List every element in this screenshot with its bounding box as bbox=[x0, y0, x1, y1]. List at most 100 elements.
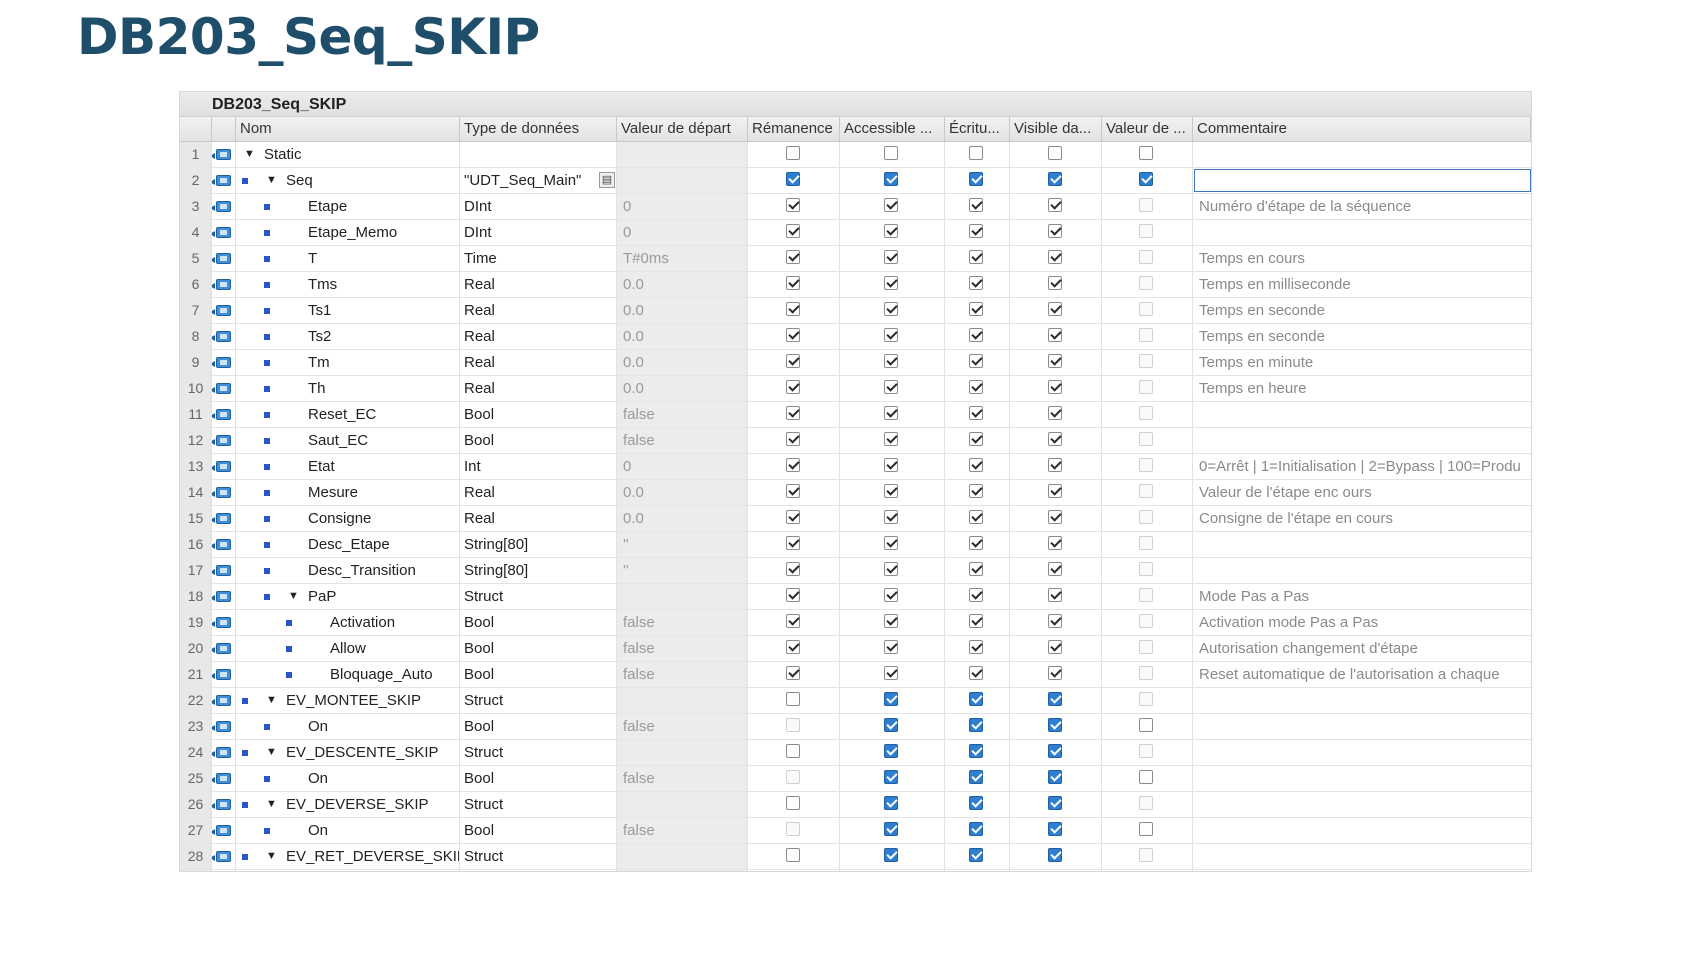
comment-cell[interactable] bbox=[1193, 792, 1531, 817]
name-cell[interactable]: Desc_Transition bbox=[236, 558, 460, 583]
table-row[interactable]: 24 ▼ EV_DESCENTE_SKIP Struct bbox=[180, 740, 1531, 766]
accessible-checkbox[interactable] bbox=[884, 666, 898, 680]
name-cell[interactable]: Saut_EC bbox=[236, 428, 460, 453]
valeur-checkbox[interactable] bbox=[1139, 614, 1153, 628]
visible-checkbox[interactable] bbox=[1047, 146, 1062, 160]
ecriture-checkbox[interactable] bbox=[969, 276, 983, 290]
table-row[interactable]: 20 Allow Bool false Autorisation changement … bbox=[180, 636, 1531, 662]
start-value-cell[interactable] bbox=[617, 688, 748, 713]
ecriture-checkbox[interactable] bbox=[969, 692, 983, 706]
table-row[interactable]: 2 ▼ Seq "UDT_Seq_Main" ▤ bbox=[180, 168, 1531, 194]
data-type-cell[interactable]: DInt bbox=[460, 194, 617, 219]
remanence-checkbox[interactable] bbox=[785, 172, 800, 186]
start-value-cell[interactable]: 0.0 bbox=[617, 298, 748, 323]
visible-checkbox[interactable] bbox=[1047, 614, 1062, 628]
ecriture-checkbox[interactable] bbox=[969, 328, 983, 342]
name-cell[interactable]: Etape_Memo bbox=[236, 220, 460, 245]
visible-checkbox[interactable] bbox=[1047, 744, 1062, 758]
ecriture-checkbox[interactable] bbox=[969, 666, 983, 680]
start-value-cell[interactable]: false bbox=[617, 662, 748, 687]
remanence-checkbox[interactable] bbox=[785, 224, 800, 238]
start-value-cell[interactable]: false bbox=[617, 714, 748, 739]
visible-checkbox[interactable] bbox=[1047, 224, 1062, 238]
table-row[interactable]: 21 Bloquage_Auto Bool false Reset automatiqu… bbox=[180, 662, 1531, 688]
table-row[interactable]: 13 Etat Int 0 0=Arrêt | 1=Initialisation | 2… bbox=[180, 454, 1531, 480]
comment-cell[interactable]: Temps en seconde bbox=[1193, 298, 1531, 323]
accessible-checkbox[interactable] bbox=[884, 718, 898, 732]
data-type-cell[interactable]: Bool bbox=[460, 714, 617, 739]
visible-checkbox[interactable] bbox=[1047, 354, 1062, 368]
chevron-down-icon[interactable]: ▼ bbox=[266, 168, 277, 193]
header-comment[interactable]: Commentaire bbox=[1193, 117, 1531, 141]
data-type-cell[interactable]: Bool bbox=[460, 818, 617, 843]
start-value-cell[interactable] bbox=[617, 584, 748, 609]
remanence-checkbox[interactable] bbox=[785, 770, 800, 784]
data-type-cell[interactable]: Real bbox=[460, 480, 617, 505]
comment-cell[interactable]: Temps en seconde bbox=[1193, 324, 1531, 349]
data-type-cell[interactable]: Real bbox=[460, 350, 617, 375]
valeur-checkbox[interactable] bbox=[1139, 562, 1153, 576]
ecriture-checkbox[interactable] bbox=[969, 354, 983, 368]
remanence-checkbox[interactable] bbox=[785, 666, 800, 680]
remanence-checkbox[interactable] bbox=[785, 276, 800, 290]
remanence-checkbox[interactable] bbox=[785, 744, 800, 758]
comment-cell[interactable]: Temps en cours bbox=[1193, 246, 1531, 271]
start-value-cell[interactable]: 0.0 bbox=[617, 272, 748, 297]
remanence-checkbox[interactable] bbox=[785, 822, 800, 836]
data-type-cell[interactable]: Bool bbox=[460, 662, 617, 687]
remanence-checkbox[interactable] bbox=[785, 302, 800, 316]
table-row[interactable]: 12 Saut_EC Bool false bbox=[180, 428, 1531, 454]
comment-cell[interactable] bbox=[1193, 766, 1531, 791]
header-name[interactable]: Nom bbox=[236, 117, 460, 141]
ecriture-checkbox[interactable] bbox=[969, 562, 983, 576]
chevron-down-icon[interactable]: ▼ bbox=[266, 792, 277, 817]
table-row[interactable]: 1 ▼ Static bbox=[180, 142, 1531, 168]
start-value-cell[interactable]: 0.0 bbox=[617, 324, 748, 349]
start-value-cell[interactable] bbox=[617, 142, 748, 167]
start-value-cell[interactable] bbox=[617, 168, 748, 193]
remanence-checkbox[interactable] bbox=[785, 692, 800, 706]
comment-cell[interactable]: Mode Pas a Pas bbox=[1193, 584, 1531, 609]
chevron-down-icon[interactable]: ▼ bbox=[266, 844, 277, 869]
table-row[interactable]: 26 ▼ EV_DEVERSE_SKIP Struct bbox=[180, 792, 1531, 818]
data-type-cell[interactable]: Real bbox=[460, 298, 617, 323]
comment-input[interactable] bbox=[1194, 169, 1531, 192]
table-row[interactable]: 10 Th Real 0.0 Temps en heure bbox=[180, 376, 1531, 402]
valeur-checkbox[interactable] bbox=[1139, 172, 1153, 186]
visible-checkbox[interactable] bbox=[1047, 406, 1062, 420]
data-type-cell[interactable]: Struct bbox=[460, 844, 617, 869]
start-value-cell[interactable]: 0.0 bbox=[617, 480, 748, 505]
table-row[interactable]: 28 ▼ EV_RET_DEVERSE_SKIP Struct bbox=[180, 844, 1531, 870]
remanence-checkbox[interactable] bbox=[785, 458, 800, 472]
table-row[interactable]: 6 Tms Real 0.0 Temps en milliseconde bbox=[180, 272, 1531, 298]
accessible-checkbox[interactable] bbox=[884, 796, 898, 810]
ecriture-checkbox[interactable] bbox=[969, 406, 983, 420]
data-type-cell[interactable]: String[80] bbox=[460, 558, 617, 583]
ecriture-checkbox[interactable] bbox=[969, 614, 983, 628]
header-visible[interactable]: Visible da... bbox=[1010, 117, 1102, 141]
comment-cell[interactable] bbox=[1193, 142, 1531, 167]
remanence-checkbox[interactable] bbox=[785, 848, 800, 862]
start-value-cell[interactable]: false bbox=[617, 428, 748, 453]
ecriture-checkbox[interactable] bbox=[969, 224, 983, 238]
start-value-cell[interactable]: 0.0 bbox=[617, 350, 748, 375]
visible-checkbox[interactable] bbox=[1047, 276, 1062, 290]
ecriture-checkbox[interactable] bbox=[969, 146, 983, 160]
remanence-checkbox[interactable] bbox=[785, 250, 800, 264]
remanence-checkbox[interactable] bbox=[785, 146, 800, 160]
visible-checkbox[interactable] bbox=[1047, 172, 1062, 186]
ecriture-checkbox[interactable] bbox=[969, 458, 983, 472]
remanence-checkbox[interactable] bbox=[785, 562, 800, 576]
ecriture-checkbox[interactable] bbox=[969, 250, 983, 264]
visible-checkbox[interactable] bbox=[1047, 458, 1062, 472]
accessible-checkbox[interactable] bbox=[884, 354, 898, 368]
visible-checkbox[interactable] bbox=[1047, 432, 1062, 446]
comment-cell[interactable]: Autorisation changement d'étape bbox=[1193, 636, 1531, 661]
accessible-checkbox[interactable] bbox=[884, 770, 898, 784]
accessible-checkbox[interactable] bbox=[884, 536, 898, 550]
accessible-checkbox[interactable] bbox=[884, 458, 898, 472]
ecriture-checkbox[interactable] bbox=[969, 432, 983, 446]
remanence-checkbox[interactable] bbox=[785, 510, 800, 524]
chevron-down-icon[interactable]: ▼ bbox=[266, 740, 277, 765]
valeur-checkbox[interactable] bbox=[1139, 146, 1153, 160]
